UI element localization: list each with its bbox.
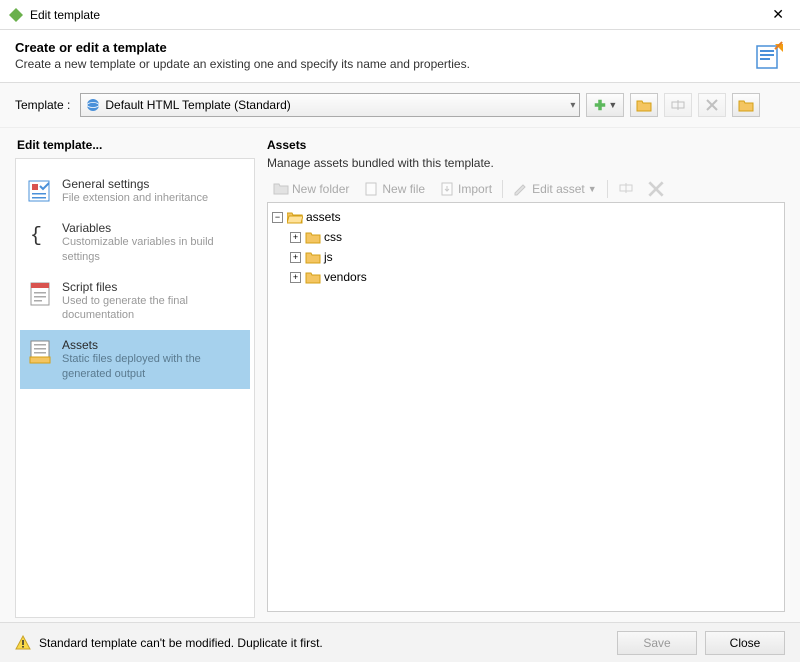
sidebar-item-assets[interactable]: Assets Static files deployed with the ge…: [20, 330, 250, 389]
separator: [607, 180, 608, 198]
script-icon: [26, 280, 54, 308]
assets-title: Assets: [267, 138, 785, 152]
sidebar-item-scripts[interactable]: Script files Used to generate the final …: [20, 272, 250, 331]
tree-expand-icon[interactable]: +: [290, 272, 301, 283]
browse-button[interactable]: [732, 93, 760, 117]
chevron-down-icon: ▼: [588, 184, 597, 194]
assets-tree[interactable]: − assets + css + js + vendors: [267, 202, 785, 612]
rename-icon: [618, 181, 634, 197]
sidebar-item-label: Assets: [62, 338, 244, 352]
tree-label: js: [324, 250, 333, 264]
svg-text:{ }: { }: [30, 225, 54, 248]
template-select[interactable]: Default HTML Template (Standard) ▾: [80, 93, 580, 117]
tree-label: css: [324, 230, 342, 244]
tree-expand-icon[interactable]: +: [290, 232, 301, 243]
sidebar-item-desc: Used to generate the final documentation: [62, 294, 244, 323]
close-button[interactable]: ✕: [764, 2, 792, 27]
header-subtitle: Create a new template or update an exist…: [15, 57, 753, 71]
import-button[interactable]: Import: [433, 178, 498, 200]
sidebar-item-desc: File extension and inheritance: [62, 191, 244, 205]
template-label: Template :: [15, 98, 70, 112]
titlebar: Edit template ✕: [0, 0, 800, 30]
sidebar-item-label: General settings: [62, 177, 244, 191]
new-folder-button[interactable]: New folder: [267, 178, 355, 200]
content-area: Edit template... General settings File e…: [0, 128, 800, 622]
folder-icon: [305, 250, 321, 264]
folder-icon: [273, 181, 289, 197]
save-button[interactable]: Save: [617, 631, 697, 655]
new-file-button[interactable]: New file: [357, 178, 431, 200]
assets-icon: [26, 338, 54, 366]
assets-desc: Manage assets bundled with this template…: [267, 156, 785, 170]
settings-icon: [26, 177, 54, 205]
html-icon: [85, 97, 101, 113]
braces-icon: { }: [26, 221, 54, 249]
add-template-button[interactable]: ▼: [586, 93, 624, 117]
sidebar-item-desc: Static files deployed with the generated…: [62, 352, 244, 381]
tree-node-root[interactable]: − assets: [272, 207, 780, 227]
delete-button[interactable]: [698, 93, 726, 117]
sidebar-item-variables[interactable]: { } Variables Customizable variables in …: [20, 213, 250, 272]
sidebar-item-label: Script files: [62, 280, 244, 294]
warning-icon: [15, 635, 31, 651]
tree-label: assets: [306, 210, 341, 224]
app-icon: [8, 7, 24, 23]
delete-asset-button[interactable]: [642, 178, 670, 200]
open-folder-button[interactable]: [630, 93, 658, 117]
tree-node-js[interactable]: + js: [272, 247, 780, 267]
assets-toolbar: New folder New file Import Edit asset ▼: [267, 176, 785, 202]
chevron-down-icon: ▾: [570, 100, 575, 111]
import-icon: [439, 181, 455, 197]
delete-icon: [648, 181, 664, 197]
tree-collapse-icon[interactable]: −: [272, 212, 283, 223]
rename-asset-button[interactable]: [612, 178, 640, 200]
header-title: Create or edit a template: [15, 40, 753, 55]
tree-expand-icon[interactable]: +: [290, 252, 301, 263]
main-panel: Assets Manage assets bundled with this t…: [267, 138, 785, 612]
sidebar-item-label: Variables: [62, 221, 244, 235]
footer-warning-text: Standard template can't be modified. Dup…: [39, 636, 609, 650]
sidebar-item-general[interactable]: General settings File extension and inhe…: [20, 169, 250, 213]
tree-node-vendors[interactable]: + vendors: [272, 267, 780, 287]
sidebar-item-desc: Customizable variables in build settings: [62, 235, 244, 264]
template-selected-text: Default HTML Template (Standard): [105, 98, 570, 112]
header: Create or edit a template Create a new t…: [0, 30, 800, 83]
tree-node-css[interactable]: + css: [272, 227, 780, 247]
sidebar-title: Edit template...: [15, 138, 255, 152]
file-icon: [363, 181, 379, 197]
template-toolbar: Template : Default HTML Template (Standa…: [0, 83, 800, 128]
close-dialog-button[interactable]: Close: [705, 631, 785, 655]
sidebar-list: General settings File extension and inhe…: [15, 158, 255, 618]
rename-button[interactable]: [664, 93, 692, 117]
template-edit-icon: [753, 40, 785, 72]
pencil-icon: [513, 181, 529, 197]
edit-asset-button[interactable]: Edit asset ▼: [507, 178, 603, 200]
folder-open-icon: [287, 210, 303, 224]
footer: Standard template can't be modified. Dup…: [0, 622, 800, 662]
tree-label: vendors: [324, 270, 367, 284]
folder-icon: [305, 230, 321, 244]
sidebar: Edit template... General settings File e…: [15, 138, 255, 612]
folder-icon: [305, 270, 321, 284]
window-title: Edit template: [30, 8, 764, 22]
separator: [502, 180, 503, 198]
